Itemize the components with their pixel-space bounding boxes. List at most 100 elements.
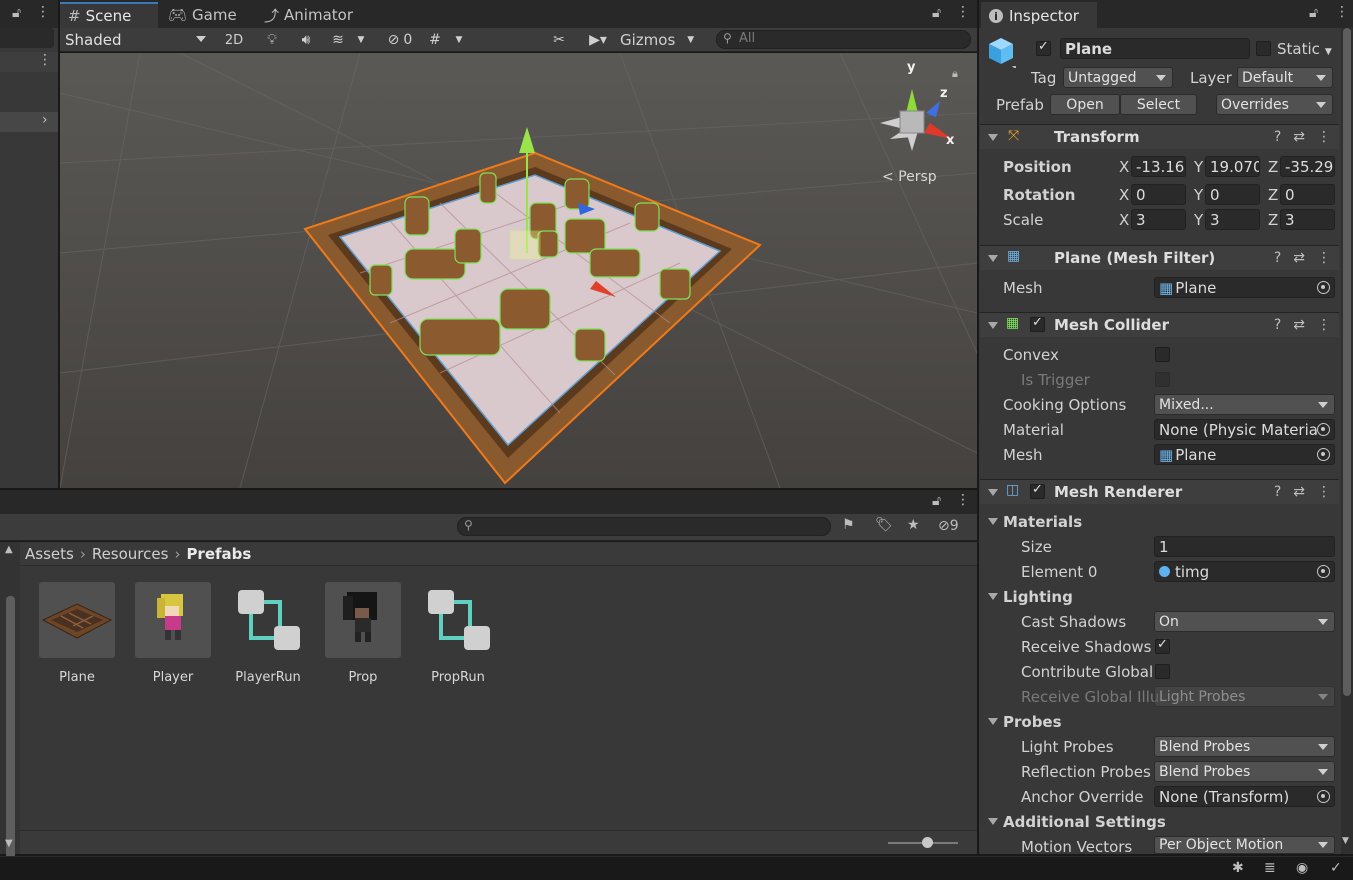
more-menu-icon[interactable]: ⋮ [1317, 317, 1331, 333]
lock-icon[interactable]: 🔓︎ [932, 493, 941, 509]
contribute-global-checkbox[interactable] [1155, 664, 1170, 679]
breadcrumb-prefabs[interactable]: Prefabs [186, 545, 251, 563]
preset-icon[interactable]: ⇄ [1293, 129, 1305, 145]
more-menu-icon[interactable]: ⋮ [956, 492, 970, 508]
check-circle-icon[interactable]: ✓ [1330, 860, 1342, 876]
component-enabled-checkbox[interactable] [1030, 482, 1045, 499]
debug-bug-icon[interactable]: ✱ [1232, 860, 1244, 876]
gameobject-cube-icon[interactable] [986, 36, 1018, 69]
asset-item[interactable]: Player [135, 582, 211, 685]
tools-icon[interactable]: ✂ [548, 30, 570, 50]
foldout-arrow-icon[interactable] [988, 593, 998, 600]
asset-item[interactable]: Prop [325, 582, 401, 685]
lighting-toggle-icon[interactable]: 💡︎ [260, 30, 284, 50]
object-picker-icon[interactable] [1317, 281, 1330, 294]
prefab-open-button[interactable]: Open [1050, 94, 1120, 115]
mesh-renderer-header[interactable]: ◫ Mesh Renderer ? ⇄ ⋮ [980, 479, 1339, 504]
scale-x-field[interactable]: 3 [1131, 209, 1186, 230]
foldout-arrow-icon[interactable] [988, 718, 998, 725]
reflection-probes-dropdown[interactable]: Blend Probes [1154, 761, 1335, 782]
camera-settings-icon[interactable]: ▶▾ [580, 30, 616, 50]
hidden-packages-toggle[interactable]: ⊘9 [938, 518, 959, 534]
object-picker-icon[interactable] [1317, 448, 1330, 461]
lock-icon[interactable]: 🔓︎ [1309, 5, 1318, 21]
lock-icon[interactable]: 🔓︎ [932, 5, 941, 21]
mesh-filter-header[interactable]: ▦ Plane (Mesh Filter) ? ⇄ ⋮ [980, 245, 1339, 270]
more-menu-icon[interactable]: ⋮ [38, 52, 52, 68]
foldout-arrow-icon[interactable] [988, 255, 998, 262]
help-icon[interactable]: ? [1274, 250, 1281, 266]
prefab-select-button[interactable]: Select [1120, 94, 1197, 115]
position-y-field[interactable]: 19.070 [1205, 156, 1260, 177]
more-menu-icon[interactable]: ⋮ [36, 4, 50, 20]
rotation-y-field[interactable]: 0 [1205, 184, 1260, 205]
tab-scene[interactable]: # Scene [60, 2, 158, 28]
breadcrumb-resources[interactable]: Resources [92, 545, 169, 563]
search-by-type-icon[interactable]: ⚑ [842, 517, 855, 533]
project-search-input[interactable]: ⚲ [457, 517, 831, 536]
cast-shadows-dropdown[interactable]: On [1154, 611, 1335, 632]
preset-icon[interactable]: ⇄ [1293, 250, 1305, 266]
grid-snap-icon[interactable]: # [424, 30, 446, 50]
chevron-down-icon[interactable]: ▼ [354, 30, 368, 50]
help-icon[interactable]: ? [1274, 129, 1281, 145]
materials-size-field[interactable]: 1 [1154, 536, 1335, 557]
hierarchy-item-selected[interactable]: › [0, 112, 58, 132]
object-picker-icon[interactable] [1317, 790, 1330, 803]
audio-toggle-icon[interactable]: 🔊︎ [294, 30, 318, 50]
foldout-arrow-icon[interactable] [988, 134, 998, 141]
foldout-arrow-icon[interactable] [988, 489, 998, 496]
preset-icon[interactable]: ⇄ [1293, 484, 1305, 500]
position-x-field[interactable]: -13.16 [1131, 156, 1186, 177]
tab-animator[interactable]: ⤴ Animator [256, 2, 361, 28]
lock-icon[interactable]: 🔒︎ [952, 67, 958, 81]
icon-size-slider-thumb[interactable] [922, 837, 933, 848]
collider-mesh-field[interactable]: ▦ Plane [1154, 444, 1335, 465]
foldout-arrow-icon[interactable] [988, 322, 998, 329]
tag-dropdown[interactable]: Untagged [1063, 67, 1173, 88]
mesh-collider-header[interactable]: ▦ Mesh Collider ? ⇄ ⋮ [980, 312, 1339, 337]
favorite-star-icon[interactable]: ★ [907, 517, 920, 533]
scroll-down-icon[interactable]: ▼ [5, 838, 13, 849]
anchor-override-field[interactable]: None (Transform) [1154, 786, 1335, 807]
additional-settings-foldout-label[interactable]: Additional Settings [1003, 813, 1166, 831]
folder-tree-scrollbar[interactable] [6, 596, 15, 876]
static-dropdown[interactable]: Static ▼ [1277, 40, 1332, 58]
light-probes-dropdown[interactable]: Blend Probes [1154, 736, 1335, 757]
scale-y-field[interactable]: 3 [1205, 209, 1260, 230]
more-menu-icon[interactable]: ⋮ [956, 4, 970, 20]
lighting-bake-icon[interactable]: ◉ [1296, 860, 1308, 876]
label-tag-icon[interactable]: 🏷︎ [875, 517, 893, 533]
scroll-down-icon[interactable]: ▼ [1342, 836, 1349, 846]
foldout-arrow-icon[interactable] [988, 518, 998, 525]
breadcrumb-assets[interactable]: Assets [25, 545, 74, 563]
tab-game[interactable]: 🎮︎ Game [160, 2, 245, 28]
object-picker-icon[interactable] [1317, 565, 1330, 578]
more-menu-icon[interactable]: ⋮ [1317, 129, 1331, 145]
convex-checkbox[interactable] [1155, 347, 1170, 362]
layer-dropdown[interactable]: Default [1237, 67, 1333, 88]
asset-item[interactable]: PlayerRun [230, 582, 306, 685]
hierarchy-scene-header[interactable]: ⋮ [0, 52, 58, 72]
prefab-overrides-dropdown[interactable]: Overrides [1216, 94, 1333, 115]
rotation-z-field[interactable]: 0 [1280, 184, 1335, 205]
perspective-toggle[interactable]: < Persp [882, 169, 937, 185]
gizmos-dropdown[interactable]: Gizmos ▼ [620, 30, 710, 50]
scroll-up-icon[interactable]: ▲ [5, 544, 13, 555]
scale-z-field[interactable]: 3 [1280, 209, 1335, 230]
object-picker-icon[interactable] [1317, 423, 1330, 436]
materials-foldout-label[interactable]: Materials [1003, 513, 1082, 531]
foldout-arrow-icon[interactable] [988, 818, 998, 825]
cooking-options-dropdown[interactable]: Mixed... [1154, 394, 1335, 415]
lock-icon[interactable]: 🔓︎ [12, 5, 21, 21]
object-name-field[interactable]: Plane [1060, 38, 1250, 59]
toggle-2d-button[interactable]: 2D [220, 30, 248, 50]
lighting-foldout-label[interactable]: Lighting [1003, 588, 1073, 606]
scene-viewport[interactable]: y z x 🔒︎ < Persp [60, 53, 977, 488]
component-enabled-checkbox[interactable] [1030, 315, 1045, 332]
probes-foldout-label[interactable]: Probes [1003, 713, 1062, 731]
asset-item[interactable]: PropRun [420, 582, 496, 685]
rotation-x-field[interactable]: 0 [1131, 184, 1186, 205]
position-z-field[interactable]: -35.29 [1280, 156, 1335, 177]
inspector-scrollbar-thumb[interactable] [1343, 28, 1351, 696]
